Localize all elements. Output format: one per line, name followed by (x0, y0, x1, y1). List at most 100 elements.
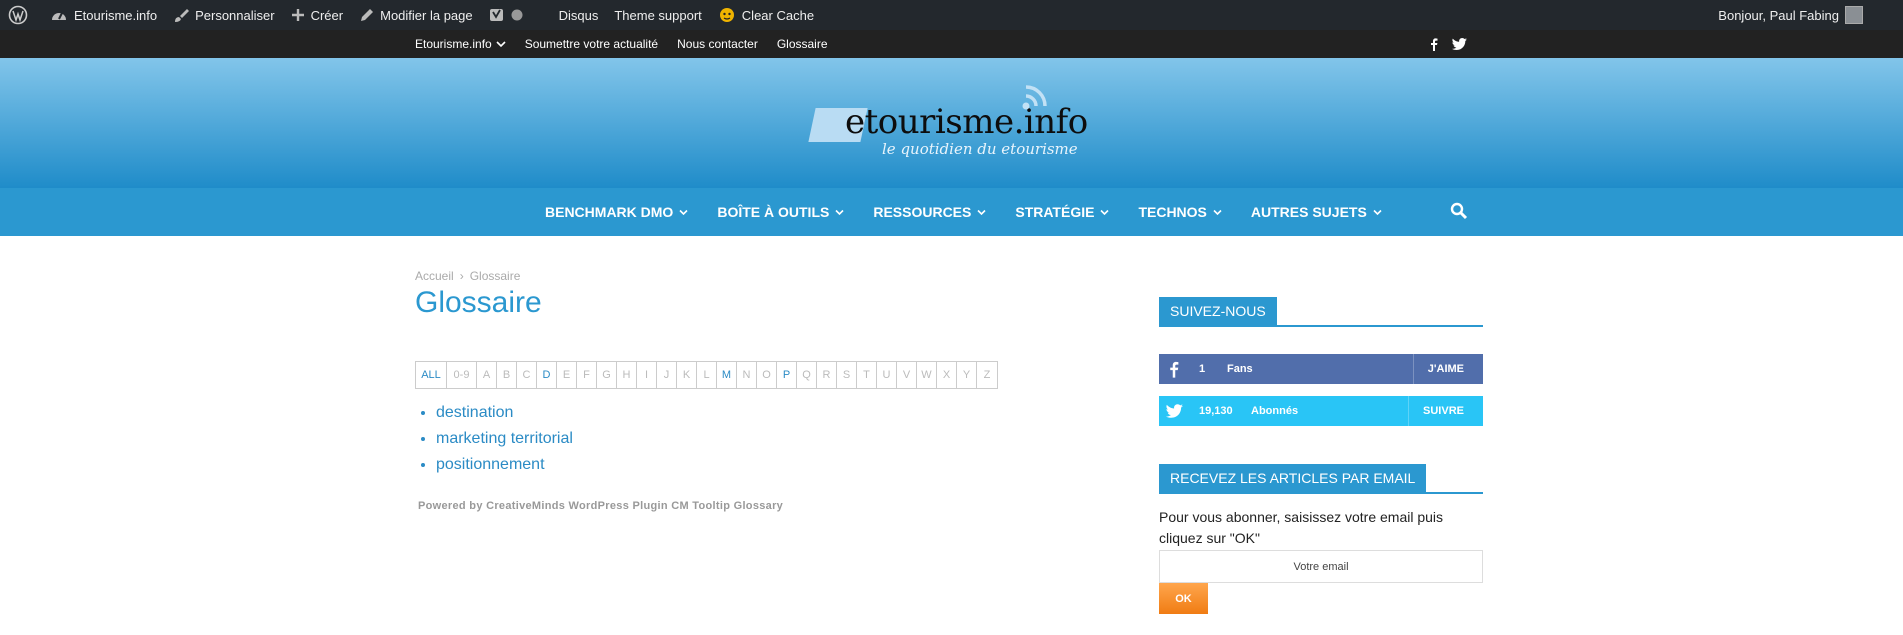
customize-button[interactable]: Personnaliser (165, 0, 283, 30)
chevron-down-icon (977, 209, 986, 215)
rss-waves-icon (1022, 85, 1047, 110)
glossary-letter-v: V (897, 362, 917, 388)
admin-bar: Etourisme.info Personnaliser Créer Modif… (0, 0, 1903, 30)
twitter-follow-row[interactable]: 19,130 Abonnés SUIVRE (1159, 396, 1483, 426)
glossary-letter-m[interactable]: M (717, 362, 737, 388)
site-logo[interactable]: etourisme.info le quotidien du etourisme (808, 85, 1102, 158)
email-ok-button[interactable]: OK (1159, 583, 1208, 614)
disqus-button[interactable]: Disqus (551, 0, 607, 30)
account-menu[interactable]: Bonjour, Paul Fabing (1718, 0, 1863, 30)
facebook-label: Fans (1227, 363, 1253, 375)
breadcrumb: Accueil › Glossaire (415, 269, 520, 283)
facebook-follow-row[interactable]: 1 Fans J'AIME (1159, 354, 1483, 384)
twitter-follow-button[interactable]: SUIVRE (1408, 396, 1483, 426)
main-navigation: BENCHMARK DMO BOÎTE À OUTILS RESSOURCES … (0, 188, 1903, 236)
glossary-term-link[interactable]: positionnement (436, 454, 573, 480)
edit-page-button[interactable]: Modifier la page (351, 0, 481, 30)
clear-cache-label: Clear Cache (741, 7, 815, 23)
chevron-down-icon (1100, 209, 1110, 215)
facebook-count: 1 (1199, 363, 1206, 375)
glossary-letter-0-9: 0-9 (447, 362, 477, 388)
create-label: Créer (310, 7, 344, 23)
wordpress-icon (8, 5, 28, 25)
glossary-letter-j: J (657, 362, 677, 388)
site-name-label: Etourisme.info (74, 7, 158, 23)
nav-item-technos[interactable]: TECHNOS (1138, 204, 1222, 220)
top-menu-item-submit-news[interactable]: Soumettre votre actualité (525, 37, 658, 51)
glossary-letter-b: B (497, 362, 517, 388)
nav-item-toolbox[interactable]: BOÎTE À OUTILS (717, 204, 844, 220)
top-menu-item-contact[interactable]: Nous contacter (677, 37, 758, 51)
logo-tagline: le quotidien du etourisme (882, 140, 1078, 158)
yoast-seo-button[interactable] (481, 0, 537, 30)
top-menu-label: Nous contacter (677, 37, 758, 51)
chevron-down-icon (496, 41, 506, 48)
greeting-label: Bonjour, Paul Fabing (1718, 7, 1839, 23)
email-heading: RECEVEZ LES ARTICLES PAR EMAIL (1159, 464, 1427, 492)
glossary-letter-s: S (837, 362, 857, 388)
glossary-letter-all[interactable]: ALL (416, 362, 447, 388)
facebook-icon[interactable] (1430, 37, 1438, 51)
glossary-letter-d[interactable]: D (537, 362, 557, 388)
twitter-icon[interactable] (1452, 38, 1467, 50)
top-menu-item-glossary[interactable]: Glossaire (777, 37, 828, 51)
glossary-letter-a: A (477, 362, 497, 388)
top-menu-label: Soumettre votre actualité (524, 37, 659, 51)
disqus-label: Disqus (558, 7, 599, 23)
powered-by-link[interactable]: Powered by CreativeMinds WordPress Plugi… (418, 500, 783, 512)
nav-label: TECHNOS (1138, 204, 1207, 220)
top-menu-label: Etourisme.info (415, 37, 492, 51)
glossary-letter-e: E (557, 362, 577, 388)
follow-us-heading: SUIVEZ-NOUS (1159, 297, 1277, 325)
glossary-term-link[interactable]: marketing territorial (436, 428, 573, 454)
glossary-letter-n: N (737, 362, 757, 388)
glossary-letter-o: O (757, 362, 777, 388)
chevron-down-icon (1373, 209, 1382, 215)
site-header: etourisme.info le quotidien du etourisme (0, 58, 1903, 188)
top-menu-item-etourisme[interactable]: Etourisme.info (415, 37, 506, 51)
nav-item-benchmark-dmo[interactable]: BENCHMARK DMO (545, 204, 688, 220)
twitter-count: 19,130 (1199, 405, 1233, 417)
glossary-letter-c: C (517, 362, 537, 388)
glossary-letter-l: L (697, 362, 717, 388)
glossary-letter-z: Z (983, 369, 991, 381)
nav-label: BOÎTE À OUTILS (717, 204, 830, 220)
nav-label: RESSOURCES (873, 204, 972, 220)
glossary-letter-p[interactable]: P (777, 362, 797, 388)
follow-us-widget-title: SUIVEZ-NOUS (1159, 297, 1483, 327)
plus-icon (291, 9, 304, 21)
search-icon[interactable] (1450, 202, 1468, 220)
twitter-icon (1165, 404, 1183, 418)
seo-status-dot-icon (511, 9, 523, 21)
edit-page-label: Modifier la page (380, 7, 473, 23)
glossary-term-link[interactable]: destination (436, 402, 573, 428)
facebook-icon (1170, 361, 1179, 378)
email-widget-title: RECEVEZ LES ARTICLES PAR EMAIL (1159, 464, 1483, 494)
create-button[interactable]: Créer (283, 0, 352, 30)
nav-item-strategy[interactable]: STRATÉGIE (1015, 204, 1110, 220)
page-title: Glossaire (415, 286, 542, 319)
glossary-letter-f: F (577, 362, 597, 388)
glossary-letter-u: U (877, 362, 897, 388)
site-name-button[interactable]: Etourisme.info (42, 0, 165, 30)
brush-icon (175, 9, 190, 22)
theme-support-label: Theme support (614, 7, 702, 23)
glossary-letter-y: Y (957, 362, 977, 388)
glossary-letter-x: X (937, 362, 957, 388)
glossary-letter-k: K (677, 362, 697, 388)
facebook-like-button[interactable]: J'AIME (1412, 354, 1483, 384)
nav-label: BENCHMARK DMO (545, 204, 674, 220)
glossary-letter-q: Q (797, 362, 817, 388)
glossary-term-list: destinationmarketing territorialposition… (436, 402, 573, 480)
nav-item-resources[interactable]: RESSOURCES (873, 204, 986, 220)
dashboard-icon (52, 12, 66, 20)
email-input[interactable] (1159, 550, 1483, 583)
avatar (1845, 6, 1863, 24)
nav-item-other-topics[interactable]: AUTRES SUJETS (1251, 204, 1382, 220)
breadcrumb-home[interactable]: Accueil (415, 269, 454, 283)
nav-label: AUTRES SUJETS (1250, 204, 1367, 220)
wordpress-logo-button[interactable] (0, 0, 42, 30)
theme-support-button[interactable]: Theme support (606, 0, 709, 30)
clear-cache-button[interactable]: Clear Cache (710, 0, 822, 30)
glossary-letter-t: T (857, 362, 877, 388)
